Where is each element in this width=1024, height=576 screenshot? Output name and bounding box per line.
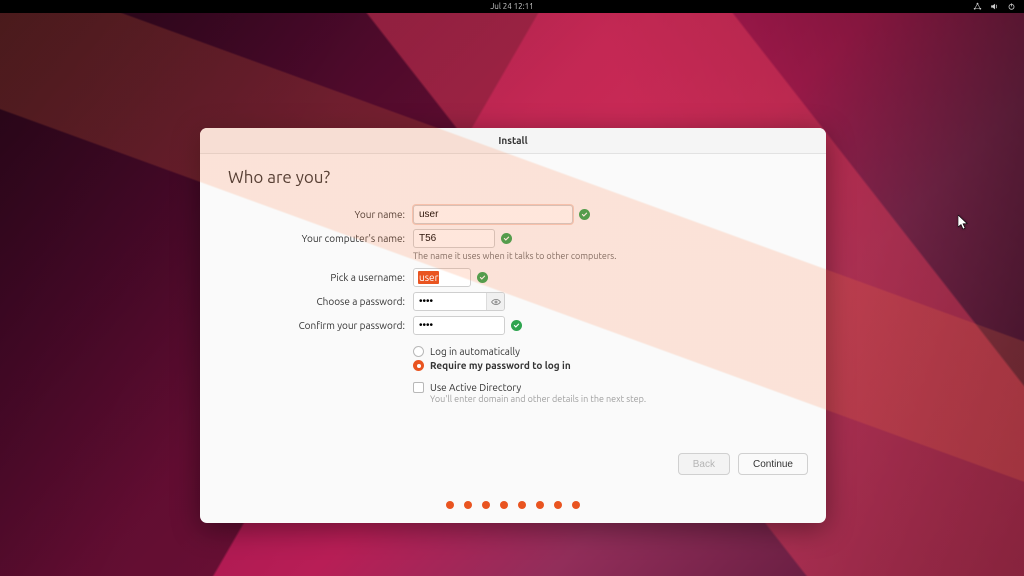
password-label: Choose a password: [228,292,413,307]
installer-window: Install Who are you? Your name: Your com… [200,128,826,523]
top-panel: Jul 24 12:11 [0,0,1024,13]
panel-datetime[interactable]: Jul 24 12:11 [490,2,533,11]
progress-dot [554,501,562,509]
option-label: Use Active Directory [430,382,521,393]
computer-name-label: Your computer's name: [228,229,413,244]
confirm-password-input[interactable] [413,316,505,335]
volume-icon[interactable] [990,2,999,11]
check-icon [579,209,590,220]
check-icon [477,272,488,283]
continue-button[interactable]: Continue [738,453,808,475]
username-label: Pick a username: [228,268,413,283]
network-icon[interactable] [973,2,982,11]
check-icon [501,233,512,244]
progress-dot [536,501,544,509]
username-selected-text: user [418,271,439,284]
progress-dot [446,501,454,509]
progress-dot [464,501,472,509]
page-title: Who are you? [228,168,798,187]
progress-dot [500,501,508,509]
window-title: Install [498,135,527,146]
progress-dot [482,501,490,509]
progress-dots [200,501,826,509]
password-visibility-toggle[interactable] [486,293,504,310]
back-button[interactable]: Back [678,453,730,475]
option-active-directory[interactable]: Use Active Directory [413,382,798,393]
check-icon [511,320,522,331]
progress-dot [572,501,580,509]
identity-form: Your name: Your computer's name: The nam… [228,205,798,406]
power-icon[interactable] [1007,2,1016,11]
progress-dot [518,501,526,509]
radio-off-icon [413,346,424,357]
option-require-password[interactable]: Require my password to log in [413,360,798,371]
computer-name-hint: The name it uses when it talks to other … [413,251,798,261]
name-label: Your name: [228,205,413,220]
option-login-automatically[interactable]: Log in automatically [413,346,798,357]
option-label: Require my password to log in [430,360,571,371]
radio-on-icon [413,360,424,371]
window-titlebar[interactable]: Install [200,128,826,154]
mouse-cursor [958,215,970,235]
checkbox-icon [413,382,424,393]
active-directory-hint: You'll enter domain and other details in… [430,394,798,404]
option-label: Log in automatically [430,346,520,357]
confirm-password-label: Confirm your password: [228,316,413,331]
computer-name-input[interactable] [413,229,495,248]
name-input[interactable] [413,205,573,224]
desktop-wallpaper: Install Who are you? Your name: Your com… [0,13,1024,576]
